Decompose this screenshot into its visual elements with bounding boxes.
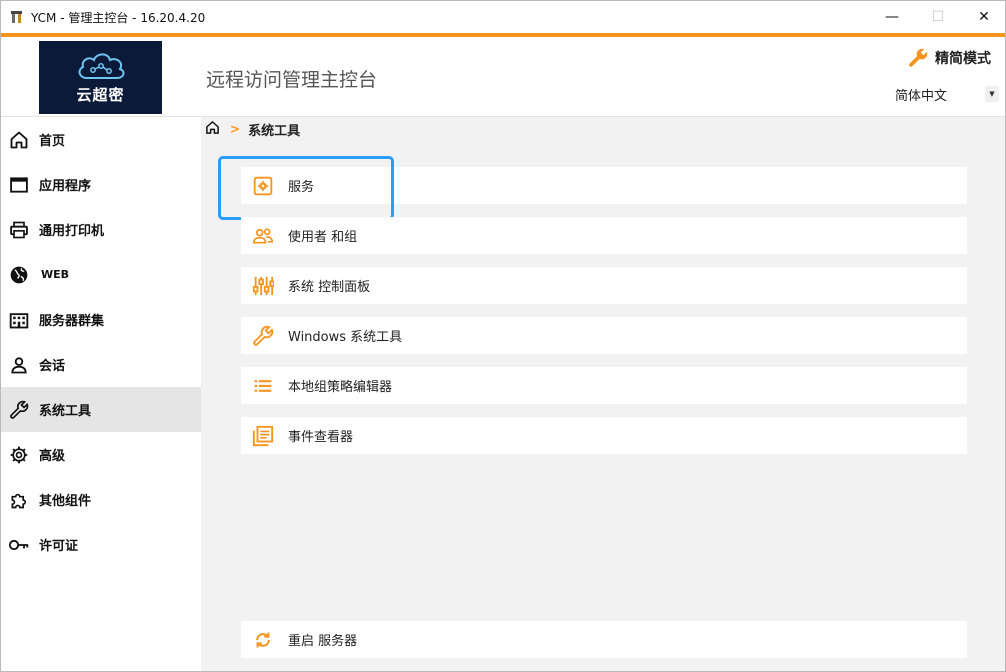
restart-server-label: 重启 服务器 — [288, 634, 358, 649]
window-icon — [7, 173, 31, 197]
tool-item-label: 使用者 和组 — [288, 230, 358, 245]
sidebar-item-label: 其他组件 — [39, 494, 92, 509]
tool-list: 服务 使用者 和组 系统 控制面板 Windows 系统工具 本地组策略编辑器 … — [218, 156, 967, 467]
breadcrumb-current: 系统工具 — [248, 123, 301, 139]
sidebar-item-license[interactable]: 许可证 — [1, 522, 201, 567]
window-controls: — ☐ ✕ — [869, 1, 1005, 33]
key-icon — [7, 533, 31, 557]
main-content: > 系统工具 服务 使用者 和组 系统 控制面板 Windows 系统工具 本地… — [201, 117, 1005, 671]
header: 云超密 远程访问管理主控台 精简模式 简体中文 ▼ — [1, 37, 1005, 117]
home-icon — [7, 128, 31, 152]
tool-item-label: 服务 — [288, 180, 315, 195]
tool-item-label: 事件查看器 — [288, 430, 354, 445]
restart-server-button[interactable]: 重启 服务器 — [241, 621, 967, 658]
refresh-icon — [251, 628, 275, 652]
building-icon — [7, 308, 31, 332]
sidebar-item-label: 服务器群集 — [39, 314, 105, 329]
puzzle-icon — [7, 488, 31, 512]
wrench-icon — [907, 47, 929, 69]
tool-item-label: 系统 控制面板 — [288, 280, 371, 295]
close-button[interactable]: ✕ — [961, 1, 1005, 33]
window-title: YCM - 管理主控台 - 16.20.4.20 — [31, 10, 206, 25]
tool-item-windows-tools[interactable]: Windows 系统工具 — [241, 317, 967, 354]
logo: 云超密 — [39, 41, 162, 114]
printer-icon — [7, 218, 31, 242]
tool-item-control-panel[interactable]: 系统 控制面板 — [241, 267, 967, 304]
tool-item-group-policy[interactable]: 本地组策略编辑器 — [241, 367, 967, 404]
minimize-button[interactable]: — — [869, 1, 915, 33]
chevron-down-icon[interactable]: ▼ — [985, 86, 999, 102]
logo-text: 云超密 — [76, 86, 125, 104]
breadcrumb-separator: > — [230, 122, 241, 136]
list-icon — [251, 374, 275, 398]
tool-item-event-viewer[interactable]: 事件查看器 — [241, 417, 967, 454]
maximize-button[interactable]: ☐ — [915, 1, 961, 33]
language-value: 简体中文 — [895, 88, 948, 104]
users-icon — [251, 224, 275, 248]
sidebar-item-label: 首页 — [39, 134, 66, 149]
app-tools-icon — [9, 9, 25, 25]
home-icon[interactable] — [205, 120, 220, 139]
sidebar-item-label: 通用打印机 — [39, 224, 105, 239]
service-icon — [251, 174, 275, 198]
tool-item-users-groups[interactable]: 使用者 和组 — [241, 217, 967, 254]
wrench-icon — [7, 398, 31, 422]
sidebar-item-label: 系统工具 — [39, 404, 92, 419]
sidebar-item-components[interactable]: 其他组件 — [1, 477, 201, 522]
tool-item-services[interactable]: 服务 — [218, 156, 967, 220]
page-title: 远程访问管理主控台 — [206, 69, 378, 91]
simple-mode-label: 精简模式 — [935, 51, 991, 67]
sidebar-item-system-tools[interactable]: 系统工具 — [1, 387, 201, 432]
sidebar-item-printer[interactable]: 通用打印机 — [1, 207, 201, 252]
simple-mode-button[interactable]: 精简模式 — [907, 47, 991, 69]
event-viewer-icon — [251, 424, 275, 448]
sliders-icon — [251, 274, 275, 298]
sidebar-item-web[interactable]: WEB — [1, 252, 201, 297]
tool-item-label: Windows 系统工具 — [288, 330, 403, 345]
breadcrumb: > 系统工具 — [205, 119, 300, 139]
sidebar-item-label: 会话 — [39, 359, 66, 374]
sidebar-item-advanced[interactable]: 高级 — [1, 432, 201, 477]
sidebar-item-sessions[interactable]: 会话 — [1, 342, 201, 387]
tool-item-label: 本地组策略编辑器 — [288, 380, 393, 395]
sidebar-item-server-farm[interactable]: 服务器群集 — [1, 297, 201, 342]
language-select[interactable]: 简体中文 ▼ — [895, 83, 999, 105]
sidebar: 首页 应用程序 通用打印机 WEB 服务器群集 会话 系统工具 高级 其他组件 … — [1, 117, 201, 671]
wrench-icon — [251, 324, 275, 348]
sidebar-item-label: 高级 — [39, 449, 66, 464]
cloud-logo-icon — [78, 53, 125, 79]
sidebar-item-label: WEB — [41, 268, 70, 281]
user-icon — [7, 353, 31, 377]
globe-icon — [7, 263, 31, 287]
title-bar: YCM - 管理主控台 - 16.20.4.20 — ☐ ✕ — [1, 1, 1005, 33]
sidebar-item-label: 应用程序 — [39, 179, 92, 194]
sidebar-item-label: 许可证 — [39, 539, 79, 554]
gear-icon — [7, 443, 31, 467]
sidebar-item-home[interactable]: 首页 — [1, 117, 201, 162]
sidebar-item-applications[interactable]: 应用程序 — [1, 162, 201, 207]
app-window: YCM - 管理主控台 - 16.20.4.20 — ☐ ✕ 云超密 远程访问管… — [0, 0, 1006, 672]
